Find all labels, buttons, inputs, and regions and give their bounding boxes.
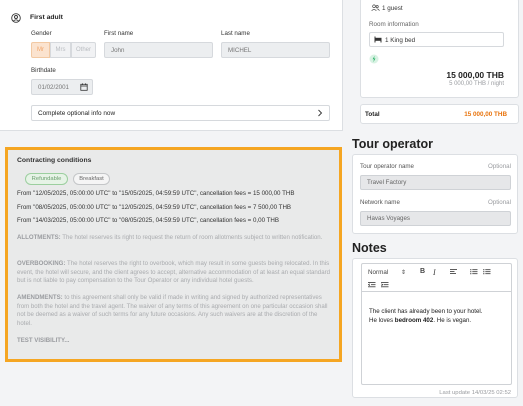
- tour-operator-name-field[interactable]: Travel Factory: [360, 175, 511, 190]
- cancellation-fee-row: From "08/05/2025, 05:00:00 UTC" to "12/0…: [17, 204, 292, 211]
- complete-optional-info-button[interactable]: Complete optional info now: [31, 105, 330, 121]
- last-name-label: Last name: [221, 30, 250, 37]
- calendar-icon[interactable]: [80, 83, 88, 93]
- tour-operator-name-optional: Optional: [487, 163, 511, 170]
- notes-heading: Notes: [352, 241, 387, 255]
- guests-count: 1 guest: [382, 5, 403, 12]
- ordered-list-icon[interactable]: [470, 269, 478, 277]
- notes-line-1: The client has already been to your hote…: [369, 308, 483, 315]
- last-name-field[interactable]: MICHEL: [221, 42, 330, 58]
- gender-mrs-option[interactable]: Mrs: [50, 42, 71, 58]
- room-information-label: Room information: [369, 21, 419, 28]
- gender-label: Gender: [31, 30, 52, 37]
- network-name-label: Network name: [360, 199, 400, 206]
- complete-optional-info-label: Complete optional info now: [38, 109, 116, 117]
- bed-type: 1 King bed: [385, 37, 416, 44]
- birthdate-value: 01/02/2001: [38, 83, 69, 91]
- section-title: First adult: [30, 14, 63, 21]
- refundable-badge: Refundable: [25, 173, 68, 185]
- contracting-conditions-title: Contracting conditions: [17, 157, 92, 164]
- eco-leaf-icon: [369, 54, 379, 66]
- contracting-conditions-panel: Contracting conditions Refundable Breakf…: [5, 147, 342, 362]
- text-format-value: Normal: [368, 269, 389, 276]
- allotments-text: The hotel reserves its right to request …: [60, 234, 323, 241]
- breakfast-badge: Breakfast: [73, 173, 110, 185]
- notes-editor[interactable]: Normal ⇕ B I The client has already been…: [361, 263, 512, 385]
- room-bed-box: 1 King bed: [369, 32, 504, 47]
- birthdate-field[interactable]: 01/02/2001: [31, 79, 93, 95]
- notes-content[interactable]: The client has already been to your hote…: [369, 307, 507, 325]
- cancellation-fee-row: From "12/05/2025, 05:00:00 UTC" to "15/0…: [17, 190, 295, 197]
- align-left-icon[interactable]: [450, 269, 458, 277]
- amendments-text: to this agreement shall only be valid if…: [17, 294, 328, 327]
- birthdate-label: Birthdate: [31, 67, 56, 74]
- total-bar: Total 15 000,00 THB: [360, 104, 519, 124]
- overbooking-paragraph: OVERBOOKING: The hotel reserves the righ…: [17, 260, 334, 286]
- gender-mr-option[interactable]: Mr: [31, 42, 50, 58]
- network-name-optional: Optional: [487, 199, 511, 206]
- chevron-right-icon: [317, 109, 323, 119]
- test-visibility-label[interactable]: TEST VISIBILITY...: [17, 337, 334, 346]
- price-per-night: 5 000,00 THB / night: [449, 81, 504, 87]
- first-name-field[interactable]: John: [104, 42, 213, 58]
- total-value: 15 000,00 THB: [464, 111, 507, 118]
- gender-other-option[interactable]: Other: [71, 42, 96, 58]
- allotments-paragraph: ALLOTMENTS: The hotel reserves its right…: [17, 234, 334, 243]
- room-summary-card: 1 guest Room information 1 King bed 15 0…: [360, 0, 519, 98]
- first-name-label: First name: [104, 30, 134, 37]
- overbooking-label: OVERBOOKING:: [17, 260, 66, 267]
- allotments-label: ALLOTMENTS:: [17, 234, 61, 241]
- room-price: 15 000,00 THB: [446, 70, 504, 80]
- tour-operator-name-label: Tour operator name: [360, 163, 414, 170]
- amendments-paragraph: AMENDMENTS: to this agreement shall only…: [17, 294, 334, 328]
- first-adult-card: First adult Gender Mr Mrs Other First na…: [0, 0, 343, 131]
- last-update-label: Last update 14/03/25 02:52: [439, 390, 511, 396]
- notes-line-2: He loves bedroom 402. He is vegan.: [369, 317, 472, 324]
- cancellation-fee-row: From "14/03/2025, 05:00:00 UTC" to "08/0…: [17, 217, 279, 224]
- bullet-list-icon[interactable]: [483, 269, 491, 277]
- amendments-label: AMENDMENTS:: [17, 294, 63, 301]
- tour-operator-card: Tour operator name Optional Travel Facto…: [352, 154, 518, 234]
- outdent-icon[interactable]: [367, 282, 376, 290]
- updown-arrows-icon: ⇕: [401, 270, 407, 276]
- network-name-field[interactable]: Havas Voyages: [360, 211, 511, 226]
- italic-button[interactable]: I: [433, 268, 436, 277]
- text-format-select[interactable]: Normal ⇕: [368, 269, 406, 276]
- guests-icon: [371, 4, 380, 14]
- bold-button[interactable]: B: [420, 268, 425, 275]
- total-label: Total: [365, 111, 380, 118]
- tour-operator-heading: Tour operator: [352, 137, 434, 151]
- indent-icon[interactable]: [381, 282, 389, 290]
- notes-card: Normal ⇕ B I The client has already been…: [352, 258, 518, 398]
- editor-toolbar: Normal ⇕ B I: [362, 264, 511, 292]
- user-icon: [11, 13, 21, 25]
- bed-icon: [374, 36, 382, 45]
